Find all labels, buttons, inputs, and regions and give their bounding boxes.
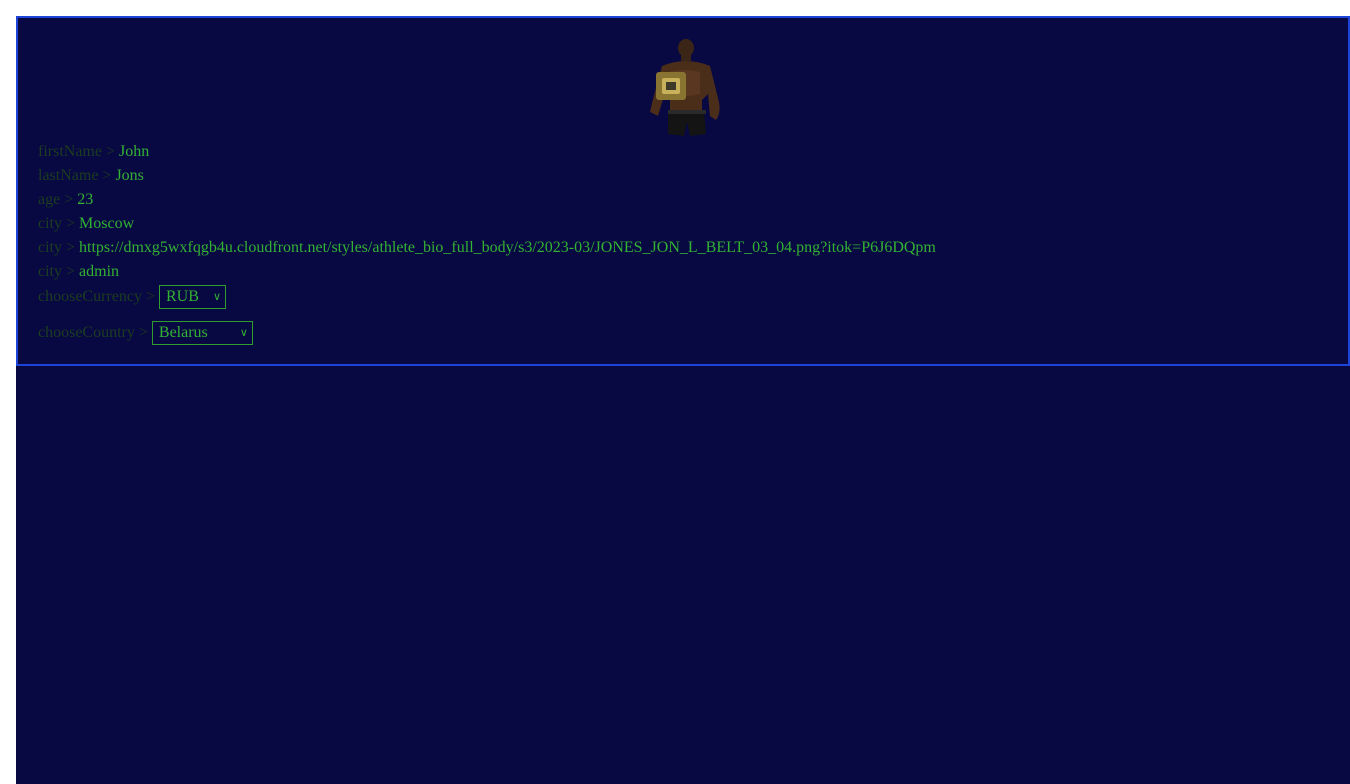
chevron-down-icon: ∨ bbox=[239, 327, 248, 340]
field-separator: > bbox=[101, 143, 120, 160]
field-key: city bbox=[38, 215, 62, 232]
currency-select[interactable]: RUB ∨ bbox=[159, 285, 226, 310]
field-row-lastname: lastName > Jons bbox=[38, 166, 144, 186]
field-key: firstName bbox=[38, 143, 102, 160]
field-separator: > bbox=[141, 288, 159, 305]
field-value: Moscow bbox=[79, 215, 135, 232]
chevron-down-icon: ∨ bbox=[212, 291, 221, 304]
country-row: chooseCountry > Belarus ∨ bbox=[38, 320, 253, 346]
field-separator: > bbox=[134, 324, 152, 341]
field-row-age: age > 23 bbox=[38, 190, 93, 210]
field-value: Jons bbox=[115, 167, 144, 184]
profile-card: firstName > John lastName > Jons age > 2… bbox=[16, 16, 1350, 366]
field-separator: > bbox=[60, 191, 78, 208]
country-selected-value: Belarus bbox=[158, 324, 208, 342]
country-label: chooseCountry bbox=[38, 324, 135, 341]
currency-row: chooseCurrency > RUB ∨ bbox=[38, 284, 226, 310]
field-separator: > bbox=[62, 239, 80, 256]
field-separator: > bbox=[62, 215, 80, 232]
field-row-role: city > admin bbox=[38, 262, 119, 282]
athlete-avatar bbox=[650, 39, 720, 136]
field-value: https://dmxg5wxfqgb4u.cloudfront.net/sty… bbox=[79, 239, 936, 256]
field-separator: > bbox=[62, 263, 80, 280]
field-key: city bbox=[38, 239, 62, 256]
currency-selected-value: RUB bbox=[166, 288, 199, 306]
field-row-city: city > Moscow bbox=[38, 214, 134, 234]
field-key: city bbox=[38, 263, 62, 280]
currency-label: chooseCurrency bbox=[38, 288, 142, 305]
country-select[interactable]: Belarus ∨ bbox=[151, 321, 253, 346]
field-row-firstname: firstName > John bbox=[38, 142, 149, 162]
field-value: 23 bbox=[77, 191, 94, 208]
field-value: John bbox=[119, 143, 150, 160]
field-key: lastName bbox=[38, 167, 99, 184]
field-value: admin bbox=[79, 263, 120, 280]
field-key: age bbox=[38, 191, 61, 208]
field-separator: > bbox=[98, 167, 116, 184]
field-row-image-url: city > https://dmxg5wxfqgb4u.cloudfront.… bbox=[38, 238, 936, 258]
